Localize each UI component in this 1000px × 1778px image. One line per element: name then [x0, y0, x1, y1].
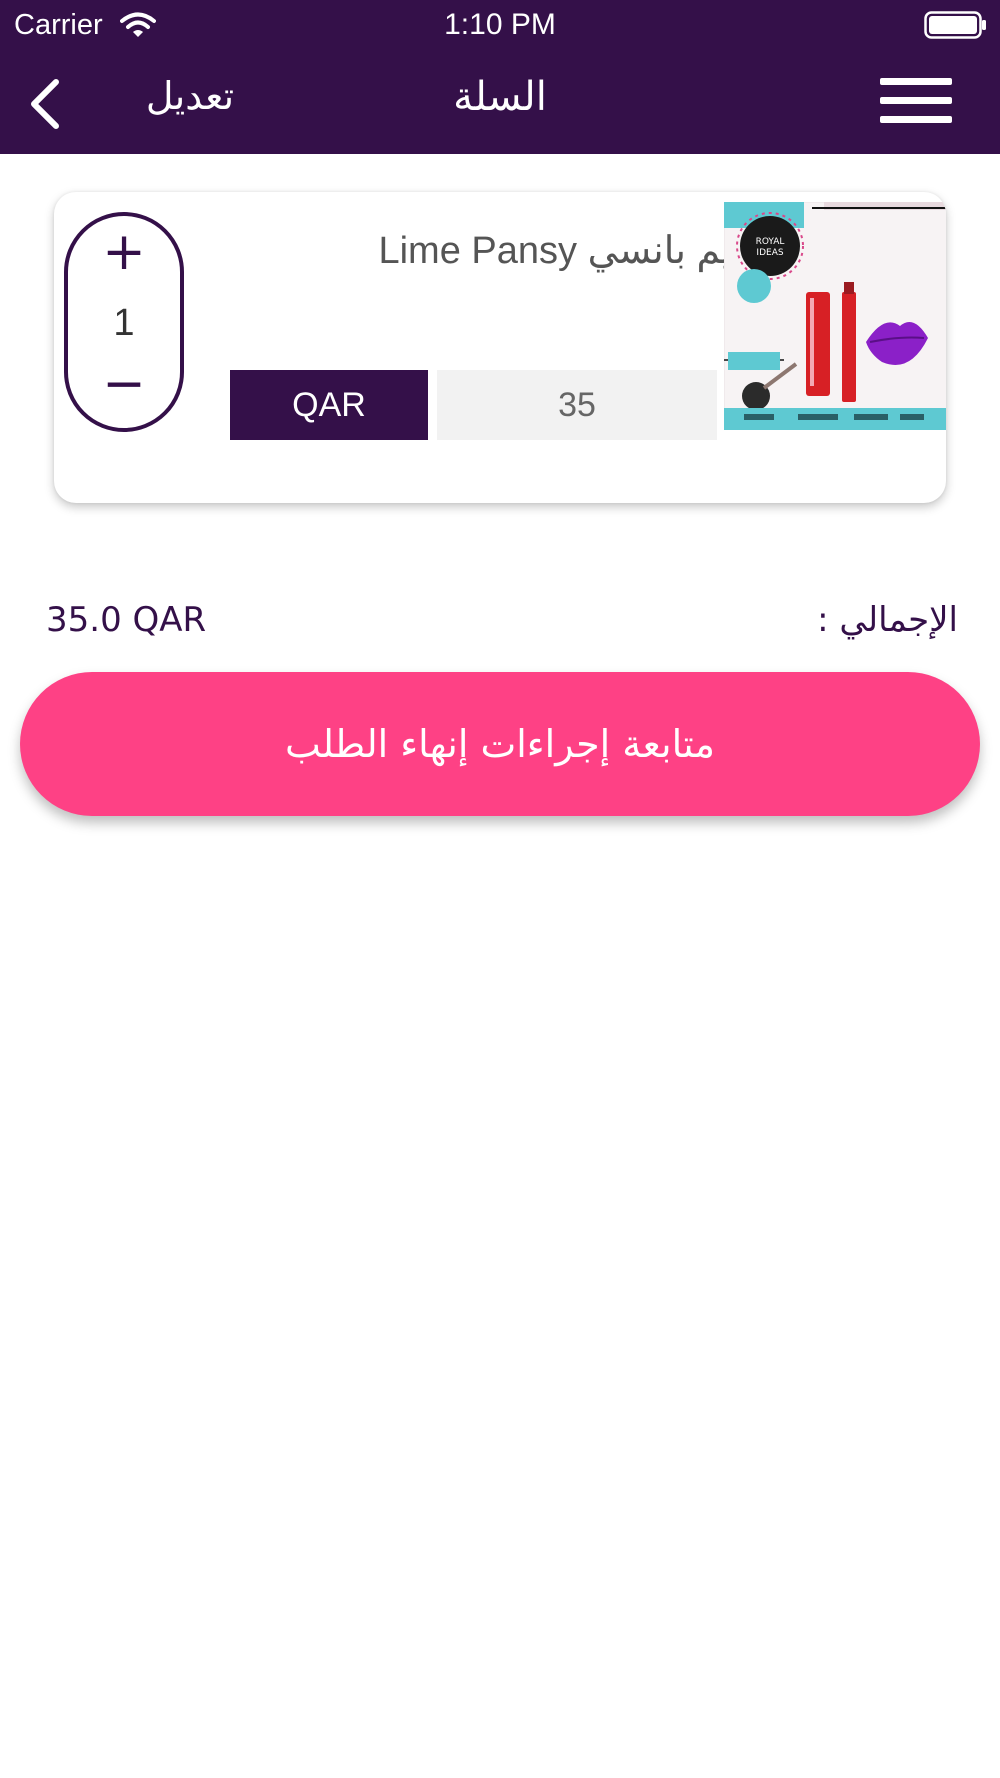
- quantity-value: 1: [113, 302, 135, 344]
- status-bar: Carrier 1:10 PM: [0, 0, 1000, 50]
- price-value: 35: [437, 370, 717, 440]
- hamburger-menu-icon[interactable]: [880, 78, 952, 124]
- total-label: الإجمالي :: [817, 600, 958, 640]
- cart-item-card: + 1 − لايم بانسي Lime Pansy QAR 35 ROYAL…: [54, 192, 946, 503]
- product-name: لايم بانسي Lime Pansy: [378, 230, 754, 272]
- status-time: 1:10 PM: [444, 8, 556, 41]
- checkout-button[interactable]: متابعة إجراءات إنهاء الطلب: [20, 672, 980, 816]
- quantity-stepper: + 1 −: [64, 212, 184, 432]
- product-image: ROYAL IDEAS: [724, 202, 946, 430]
- total-value: 35.0 QAR: [46, 600, 207, 640]
- edit-button[interactable]: تعديل: [130, 74, 250, 130]
- decrement-button[interactable]: −: [68, 356, 180, 412]
- app-header: Carrier 1:10 PM تعديل السلة: [0, 0, 1000, 154]
- page-title: السلة: [453, 74, 547, 120]
- svg-text:IDEAS: IDEAS: [756, 248, 783, 258]
- currency-label: QAR: [230, 370, 428, 440]
- chevron-left-icon[interactable]: [26, 76, 62, 132]
- increment-button[interactable]: +: [68, 224, 180, 280]
- svg-text:ROYAL: ROYAL: [756, 237, 785, 247]
- battery-icon: [924, 11, 986, 39]
